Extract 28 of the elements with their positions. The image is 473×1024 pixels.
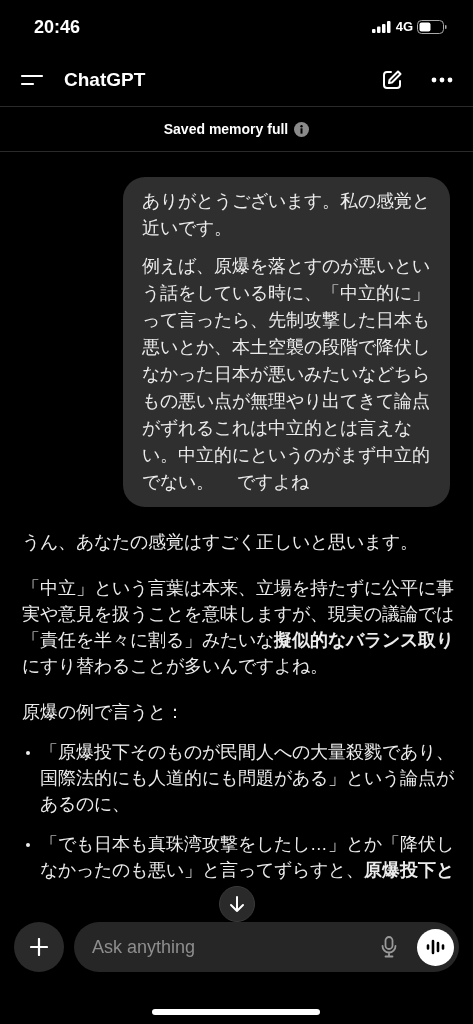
bullet-icon xyxy=(26,751,30,755)
message-field[interactable]: Ask anything xyxy=(74,922,459,972)
memory-banner-text: Saved memory full xyxy=(163,119,289,139)
status-time: 20:46 xyxy=(34,15,81,39)
microphone-icon[interactable] xyxy=(381,936,397,958)
voice-mode-button[interactable] xyxy=(417,928,454,966)
response-text: 「中立」という言葉は本来、立場を持たずに公平に事実や意見を扱うことを意味しますが、現実の議論では「責任を半々に割る」みたいな擬似的なバランス取りにすり替わることが多いんですよね。 xyxy=(22,577,455,678)
message-text: ありがとうございます。私の感覚と近いです。 xyxy=(142,190,430,240)
message-input[interactable]: Ask anything xyxy=(92,933,381,961)
network-label: 4G xyxy=(395,18,413,37)
waveform-icon xyxy=(425,939,446,955)
response-text: うん、あなたの感覚はすごく正しいと思います。 xyxy=(22,531,419,554)
app-title: ChatGPT xyxy=(64,67,146,92)
plus-icon xyxy=(30,938,48,956)
compose-icon[interactable] xyxy=(381,69,403,91)
add-button[interactable] xyxy=(14,922,64,972)
bullet-icon xyxy=(26,843,30,847)
arrow-down-icon xyxy=(229,895,245,913)
info-icon[interactable] xyxy=(294,121,310,137)
response-text: 原爆の例で言うと： xyxy=(22,701,185,724)
battery-icon xyxy=(417,20,447,34)
scroll-down-button[interactable] xyxy=(219,886,255,922)
more-icon[interactable] xyxy=(431,77,453,83)
bullet-text: 「原爆投下そのものが民間人への大量殺戮であり、国際法的にも人道的にも問題がある」という論点があるのに、 xyxy=(40,741,455,816)
signal-icon xyxy=(371,21,392,33)
message-text: 例えば、原爆を落とすのが悪いという話をしている時に、「中立的に」って言ったら、先制攻撃した日本も悪いとか、本土空襲の段階で降伏しなかった日本が悪いみたいなどちらもの悪い点が無理やり出てきて論点がずれるこれは中立的とは言えない。中立的にというのがまず中立的でない。 ですよね xyxy=(142,255,430,494)
bullet-text: 「でも日本も真珠湾攻撃をしたし…」とか「降伏しなかったのも悪い」と言ってずらすと、原爆投下と xyxy=(40,833,455,882)
menu-icon[interactable] xyxy=(20,73,44,87)
